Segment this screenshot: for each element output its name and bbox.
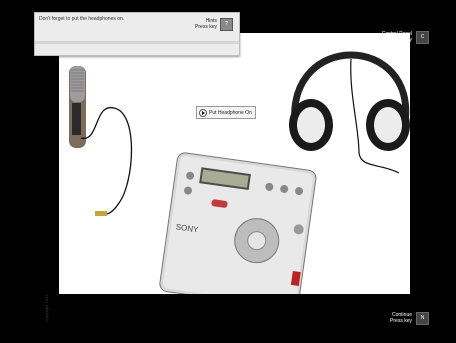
hint-panel-bar [35, 41, 239, 44]
minidisc-player-image[interactable]: SONY [59, 33, 410, 294]
hint-message: Don't forget to put the headphones on. [39, 16, 125, 22]
continue-label: Continue Press key [390, 312, 412, 324]
control-panel-label: Control Panel Press key [382, 31, 412, 43]
hints-label: Hints Press key [195, 18, 217, 30]
put-headphone-on-callout[interactable]: Put Headphone On [196, 106, 256, 119]
hints-press-key: Press key [195, 24, 217, 30]
hint-panel: Don't forget to put the headphones on. H… [34, 12, 240, 56]
hints-key-button[interactable]: ? [220, 18, 233, 31]
control-panel-press: Press key [390, 37, 412, 43]
main-stage: SONY Put Headphone On [59, 33, 410, 294]
play-arrow-icon [199, 109, 207, 117]
control-panel-key-button[interactable]: C [416, 31, 429, 44]
callout-text: Put Headphone On [209, 110, 252, 116]
copyright-text: Copyright 2003 ... [44, 290, 49, 322]
continue-key-button[interactable]: N [416, 312, 429, 325]
continue-press: Press key [390, 318, 412, 324]
